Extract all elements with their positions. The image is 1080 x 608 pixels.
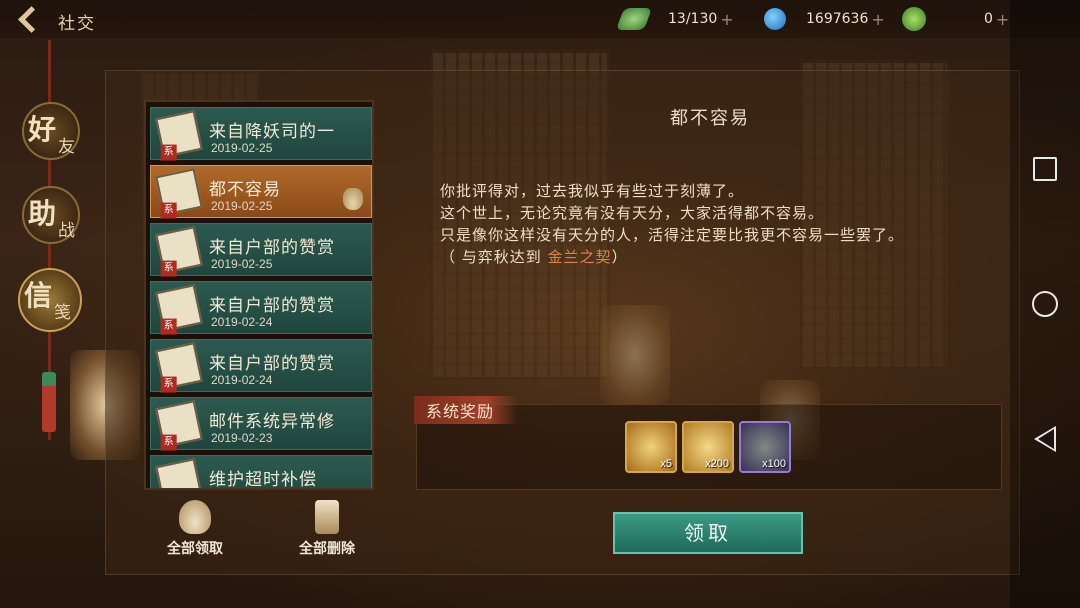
gourd-value: 1697636 (806, 11, 869, 27)
tassel-ornament (42, 372, 56, 432)
list-item[interactable]: 维护超时补偿 (150, 455, 372, 490)
delete-all-button[interactable]: 全部删除 (287, 500, 367, 558)
scroll-item-icon[interactable]: x5 (625, 421, 677, 473)
bond-level-highlight: 金兰之契 (547, 248, 612, 266)
note-suffix: ） (611, 248, 628, 266)
tab-friends-small: 友 (58, 137, 75, 157)
tab-friends-big: 好 (28, 113, 57, 146)
claim-button[interactable]: 领取 (613, 512, 803, 554)
reward-bag-icon (343, 188, 363, 210)
gourd-icon (764, 8, 786, 30)
reward-qty: x100 (762, 458, 786, 470)
resource-jade: 13/130 + (615, 6, 734, 32)
letter-icon (155, 400, 203, 448)
note-prefix: （ 与弈秋达到 (440, 248, 548, 266)
mail-body: 你批评得对，过去我似乎有些过于刻薄了。 这个世上，无论究竟有没有天分，大家活得都… (440, 180, 1000, 268)
home-icon[interactable] (1032, 291, 1058, 317)
top-bar: 社交 13/130 + 1697636 + 0 + (0, 0, 1080, 38)
add-coin-button[interactable]: + (996, 10, 1009, 29)
jade-token-icon[interactable]: x100 (739, 421, 791, 473)
reward-qty: x5 (660, 458, 672, 470)
letter-icon (155, 110, 203, 158)
mail-item-title: 维护超时补偿 (209, 470, 317, 490)
mail-item-title: 来自降妖司的一 (209, 122, 335, 142)
mail-list[interactable]: 来自降妖司的一 2019-02-25 都不容易 2019-02-25 来自户部的… (144, 100, 374, 490)
add-jade-button[interactable]: + (720, 10, 733, 29)
android-nav-bar (1010, 0, 1080, 608)
recent-apps-icon[interactable] (1033, 157, 1057, 181)
mail-subject: 都不容易 (670, 108, 750, 129)
mail-item-date: 2019-02-24 (211, 315, 273, 329)
mail-body-line: 你批评得对，过去我似乎有些过于刻薄了。 (440, 182, 745, 200)
list-item[interactable]: 都不容易 2019-02-25 (150, 165, 372, 218)
mail-item-title: 来自户部的赞赏 (209, 238, 335, 258)
letter-icon (155, 458, 203, 488)
letter-icon (155, 284, 203, 332)
mail-item-date: 2019-02-23 (211, 431, 273, 445)
mail-item-title: 来自户部的赞赏 (209, 296, 335, 316)
mail-item-date: 2019-02-25 (211, 199, 273, 213)
trash-icon (315, 500, 339, 534)
mail-body-line: 只是像你这样没有天分的人，活得注定要比我更不容易一些罢了。 (440, 226, 905, 244)
tab-letters-big: 信 (24, 279, 53, 312)
tab-assist-small: 战 (58, 221, 75, 241)
tab-letters[interactable]: 信 笺 (18, 268, 82, 332)
gold-ingot-icon[interactable]: x200 (682, 421, 734, 473)
jade-icon (615, 8, 653, 30)
mail-item-title: 都不容易 (209, 180, 281, 200)
reward-label: 系统奖励 (414, 396, 519, 424)
reward-qty: x200 (705, 458, 729, 470)
coin-value: 0 (984, 11, 993, 27)
letter-icon (155, 342, 203, 390)
back-triangle-icon[interactable] (1034, 426, 1056, 452)
list-item[interactable]: 来自降妖司的一 2019-02-25 (150, 107, 372, 160)
mail-item-date: 2019-02-24 (211, 373, 273, 387)
mail-item-date: 2019-02-25 (211, 257, 273, 271)
page-title: 社交 (58, 14, 96, 34)
delete-all-label: 全部删除 (299, 541, 355, 557)
resource-gourd: 1697636 + (764, 6, 885, 32)
mail-item-title: 来自户部的赞赏 (209, 354, 335, 374)
mail-body-note: （ 与弈秋达到 金兰之契） (440, 246, 1000, 268)
money-bag-icon (179, 500, 211, 534)
tab-letters-small: 笺 (54, 303, 71, 323)
add-gourd-button[interactable]: + (871, 10, 884, 29)
list-item[interactable]: 来自户部的赞赏 2019-02-24 (150, 339, 372, 392)
letter-icon (155, 226, 203, 274)
list-item[interactable]: 来自户部的赞赏 2019-02-24 (150, 281, 372, 334)
list-item[interactable]: 来自户部的赞赏 2019-02-25 (150, 223, 372, 276)
tab-friends[interactable]: 好 友 (22, 102, 80, 160)
claim-all-label: 全部领取 (167, 541, 223, 557)
mail-body-line: 这个世上，无论究竟有没有天分，大家活得都不容易。 (440, 204, 825, 222)
mail-item-title: 邮件系统异常修 (209, 412, 335, 432)
claim-all-button[interactable]: 全部领取 (155, 500, 235, 558)
mail-item-date: 2019-02-25 (211, 141, 273, 155)
back-arrow-icon[interactable] (14, 6, 42, 32)
tab-assist[interactable]: 助 战 (22, 186, 80, 244)
list-item[interactable]: 邮件系统异常修 2019-02-23 (150, 397, 372, 450)
resource-coin: 0 + (902, 6, 1009, 32)
jade-value: 13/130 (668, 11, 718, 27)
coin-icon (902, 7, 926, 31)
letter-icon (155, 168, 203, 216)
tab-assist-big: 助 (28, 197, 57, 230)
